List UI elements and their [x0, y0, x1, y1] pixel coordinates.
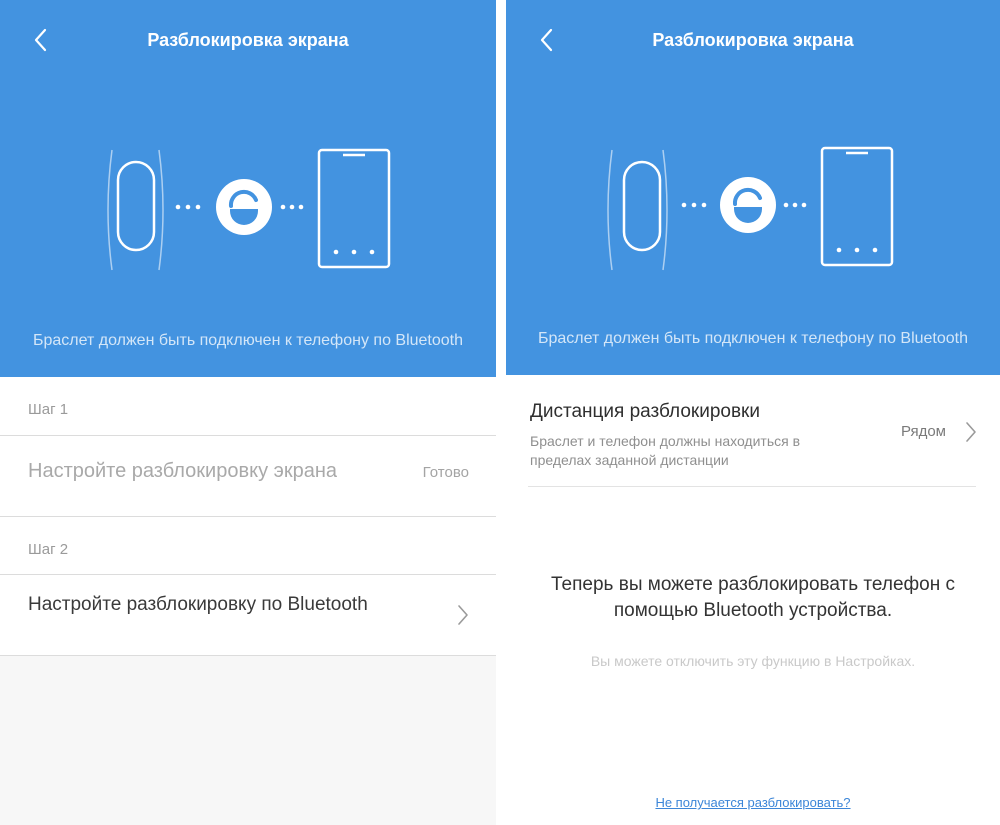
- chevron-right-icon: [458, 605, 468, 625]
- smartphone-icon: [317, 148, 391, 269]
- fitness-band-icon: [107, 149, 164, 271]
- setting-value: Рядом: [900, 423, 946, 440]
- row-title: Настройте разблокировку экрана: [28, 460, 337, 482]
- step1-header-label: Шаг 1: [28, 401, 69, 418]
- fitness-band-icon: [607, 149, 668, 271]
- divider: [0, 655, 496, 656]
- setup-screen-unlock-row[interactable]: Настройте разблокировку экрана Готово: [0, 436, 496, 516]
- connection-dots-right: [280, 204, 304, 210]
- right-screen: Разблокировка экрана Браслет должен быть…: [506, 0, 1000, 825]
- left-screen: Разблокировка экрана Браслет должен быть…: [0, 0, 496, 825]
- divider: [528, 486, 976, 487]
- chevron-right-icon: [966, 422, 976, 442]
- pairing-illustration: [107, 148, 391, 271]
- cant-unlock-link[interactable]: Не получается разблокировать?: [506, 795, 1000, 810]
- setting-title: Дистанция разблокировки: [530, 401, 760, 422]
- hero-caption: Браслет должен быть подключен к телефону…: [537, 330, 969, 347]
- header-banner: Разблокировка экрана Браслет должен быть…: [0, 0, 496, 377]
- step2-header: Шаг 2: [0, 517, 496, 574]
- row-title: Настройте разблокировку по Bluetooth: [28, 594, 368, 615]
- step1-header: Шаг 1: [0, 377, 496, 435]
- connection-dots-right: [783, 202, 807, 208]
- unlocked-padlock-icon: [216, 179, 272, 235]
- connection-dots-left: [681, 202, 707, 208]
- page-title: Разблокировка экрана: [652, 30, 854, 50]
- smartphone-icon: [820, 146, 894, 267]
- pairing-illustration: [607, 146, 894, 271]
- settings-hint: Вы можете отключить эту функцию в Настро…: [590, 653, 916, 669]
- success-message: Теперь вы можете разблокировать телефон …: [551, 574, 955, 621]
- step2-header-label: Шаг 2: [28, 541, 69, 558]
- page-title: Разблокировка экрана: [147, 30, 349, 50]
- hero-caption: Браслет должен быть подключен к телефону…: [32, 332, 464, 349]
- unlocked-padlock-icon: [720, 177, 776, 233]
- setting-description: Браслет и телефон должны находиться в пр…: [530, 433, 801, 468]
- setup-bluetooth-unlock-row[interactable]: Настройте разблокировку по Bluetooth: [0, 575, 496, 655]
- status-label: Готово: [422, 464, 469, 481]
- header-banner: Разблокировка экрана Браслет должен быть…: [506, 0, 1000, 375]
- connection-dots-left: [175, 204, 201, 210]
- unlock-distance-row[interactable]: Дистанция разблокировки Браслет и телефо…: [528, 388, 978, 486]
